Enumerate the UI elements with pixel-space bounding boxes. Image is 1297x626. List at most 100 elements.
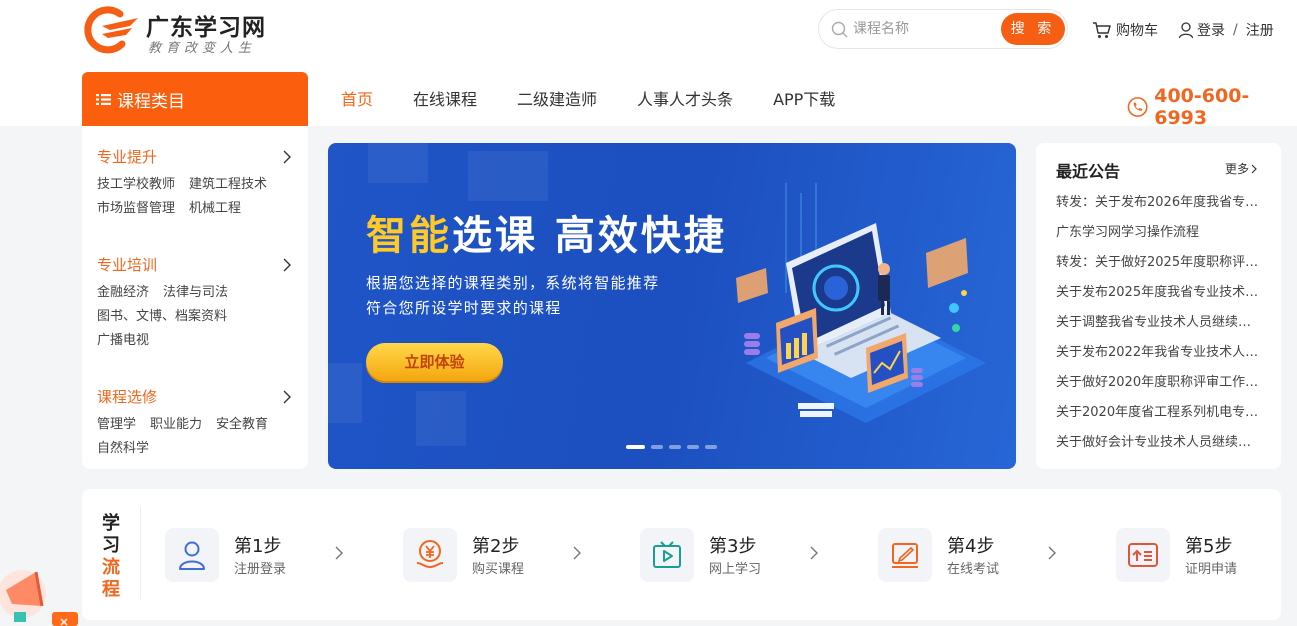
category-link[interactable]: 建筑工程技术 (189, 173, 267, 197)
notice-title: 最近公告 (1056, 162, 1121, 181)
auth-links: 登录 / 注册 (1178, 19, 1274, 41)
carousel-dot[interactable] (626, 445, 645, 449)
category-link[interactable]: 市场监督管理 (97, 197, 175, 221)
notice-item[interactable]: 关于2020年度省工程系列机电专业职称评审的通知 (1056, 404, 1261, 434)
notice-list: 转发：关于发布2026年度我省专业技术人员继续教育公需课的通知 广东学习网学习操… (1056, 194, 1261, 464)
header: 广东学习网 教育改变人生 搜 索 购物车 登录 / 注册 (0, 0, 1297, 129)
banner-subtitle-line: 根据您选择的课程类别，系统将智能推荐 (366, 274, 660, 292)
banner-subtitle: 根据您选择的课程类别，系统将智能推荐 符合您所设学时要求的课程 (366, 271, 659, 321)
laptop-illustration-icon (736, 183, 986, 423)
nav-home[interactable]: 首页 (341, 86, 373, 110)
nav-hr-headlines[interactable]: 人事人才头条 (637, 86, 733, 110)
notice-item[interactable]: 关于发布2025年度我省专业技术人员继续教育公需课的通知 (1056, 284, 1261, 314)
cart-link[interactable]: 购物车 (1092, 19, 1158, 41)
study-step[interactable]: 第1步 注册登录 (165, 528, 365, 582)
step-title: 第4步 (947, 536, 995, 557)
hero-banner[interactable]: 智能选课 高效快捷 根据您选择的课程类别，系统将智能推荐 符合您所设学时要求的课… (328, 143, 1016, 469)
list-icon (96, 93, 111, 105)
nav-app-download[interactable]: APP下载 (773, 86, 835, 110)
logo-mark-icon (84, 6, 138, 54)
step-desc: 注册登录 (234, 562, 287, 577)
study-step[interactable]: 第2步 购买课程 (403, 528, 603, 582)
carousel-dot[interactable] (669, 445, 681, 449)
notice-panel: 最近公告 更多 转发：关于发布2026年度我省专业技术人员继续教育公需课的通知 … (1036, 143, 1281, 469)
site-logo[interactable]: 广东学习网 教育改变人生 (80, 4, 280, 56)
search-input[interactable] (853, 18, 1003, 40)
category-link[interactable]: 管理学 (97, 413, 136, 437)
main-nav: 首页 在线课程 二级建造师 人事人才头条 APP下载 (341, 86, 875, 110)
study-flow: 学习 流程 第1步 注册登录 第2步 购买课程 第3步 网上学习 第4步 在线考… (82, 489, 1281, 620)
category-link[interactable]: 自然科学 (97, 437, 149, 461)
category-menu-label: 课程类目 (117, 91, 185, 112)
category-link[interactable]: 广播电视 (97, 329, 149, 353)
category-group: 课程选修 管理学 职业能力 安全教育自然科学 (97, 386, 297, 461)
video-play-icon (653, 541, 681, 568)
banner-deco (468, 151, 548, 201)
chevron-right-icon (573, 546, 581, 560)
step-title: 第3步 (709, 536, 757, 557)
step-desc: 证明申请 (1185, 562, 1238, 577)
category-menu-button[interactable]: 课程类目 (82, 72, 308, 126)
category-link[interactable]: 机械工程 (189, 197, 241, 221)
category-link[interactable]: 法律与司法 (163, 281, 228, 305)
notice-item[interactable]: 关于做好2020年度职称评审工作的通知 (1056, 374, 1261, 404)
study-step[interactable]: 第3步 网上学习 (640, 528, 840, 582)
divider (140, 507, 141, 599)
category-link[interactable]: 图书、文博、档案资料 (97, 305, 227, 329)
chevron-right-icon (335, 546, 343, 560)
step-desc: 购买课程 (472, 562, 525, 577)
step-icon-box (1116, 528, 1170, 582)
category-group: 专业培训 金融经济 法律与司法图书、文博、档案资料广播电视 (97, 254, 297, 353)
step-icon-box (165, 528, 219, 582)
category-link[interactable]: 安全教育 (216, 413, 268, 437)
user-icon (179, 541, 205, 570)
notice-item[interactable]: 转发：关于发布2026年度我省专业技术人员继续教育公需课的通知 (1056, 194, 1261, 224)
step-title: 第1步 (234, 536, 282, 557)
banner-headline-rest: 选课 高效快捷 (452, 213, 727, 259)
nav-constructor[interactable]: 二级建造师 (517, 86, 597, 110)
category-title[interactable]: 课程选修 (97, 386, 297, 407)
notice-item[interactable]: 关于调整我省专业技术人员继续教育学时的通知 (1056, 314, 1261, 344)
notice-item[interactable]: 转发：关于做好2025年度职称评审工作的通知 (1056, 254, 1261, 284)
cart-label: 购物车 (1116, 23, 1158, 39)
notice-more-link[interactable]: 更多 (1225, 160, 1257, 177)
banner-deco (368, 143, 428, 183)
notice-item[interactable]: 广东学习网学习操作流程 (1056, 224, 1261, 254)
yuan-coin-icon (416, 540, 444, 569)
category-title[interactable]: 专业培训 (97, 254, 297, 275)
category-title[interactable]: 专业提升 (97, 146, 297, 167)
step-icon-box (640, 528, 694, 582)
search-box: 搜 索 (818, 9, 1068, 49)
step-desc: 在线考试 (947, 562, 1000, 577)
cart-icon (1093, 22, 1111, 38)
floating-promo-megaphone-icon[interactable] (0, 560, 80, 626)
category-link[interactable]: 金融经济 (97, 281, 149, 305)
carousel-dot[interactable] (705, 445, 717, 449)
register-link[interactable]: 注册 (1246, 20, 1274, 40)
study-step[interactable]: 第4步 在线考试 (878, 528, 1078, 582)
chevron-right-icon[interactable] (283, 150, 291, 164)
search-button[interactable]: 搜 索 (1001, 13, 1065, 45)
chevron-right-icon (810, 546, 818, 560)
chevron-right-icon[interactable] (283, 258, 291, 272)
notice-item[interactable]: 关于发布2022年我省专业技术人员继续教育公需课的通知 (1056, 344, 1261, 374)
site-slogan: 教育改变人生 (148, 41, 257, 56)
phone-icon (1127, 97, 1148, 117)
category-link[interactable]: 职业能力 (150, 413, 202, 437)
search-icon (831, 21, 848, 38)
exam-pen-icon (892, 543, 918, 568)
notice-item[interactable]: 关于做好会计专业技术人员继续教育工作的通知 (1056, 434, 1261, 464)
carousel-dot[interactable] (651, 445, 663, 449)
user-icon (1178, 22, 1194, 39)
auth-separator: / (1233, 22, 1238, 38)
study-flow-label: 学习 流程 (100, 513, 122, 601)
carousel-dot[interactable] (687, 445, 699, 449)
nav-online-courses[interactable]: 在线课程 (413, 86, 477, 110)
chevron-right-icon[interactable] (283, 390, 291, 404)
study-step[interactable]: 第5步 证明申请 (1116, 528, 1297, 582)
banner-cta-button[interactable]: 立即体验 (366, 343, 503, 381)
login-link[interactable]: 登录 (1197, 20, 1225, 40)
notice-more-label: 更多 (1225, 162, 1250, 176)
category-group: 专业提升 技工学校教师 建筑工程技术市场监督管理 机械工程 (97, 146, 297, 221)
category-link[interactable]: 技工学校教师 (97, 173, 175, 197)
